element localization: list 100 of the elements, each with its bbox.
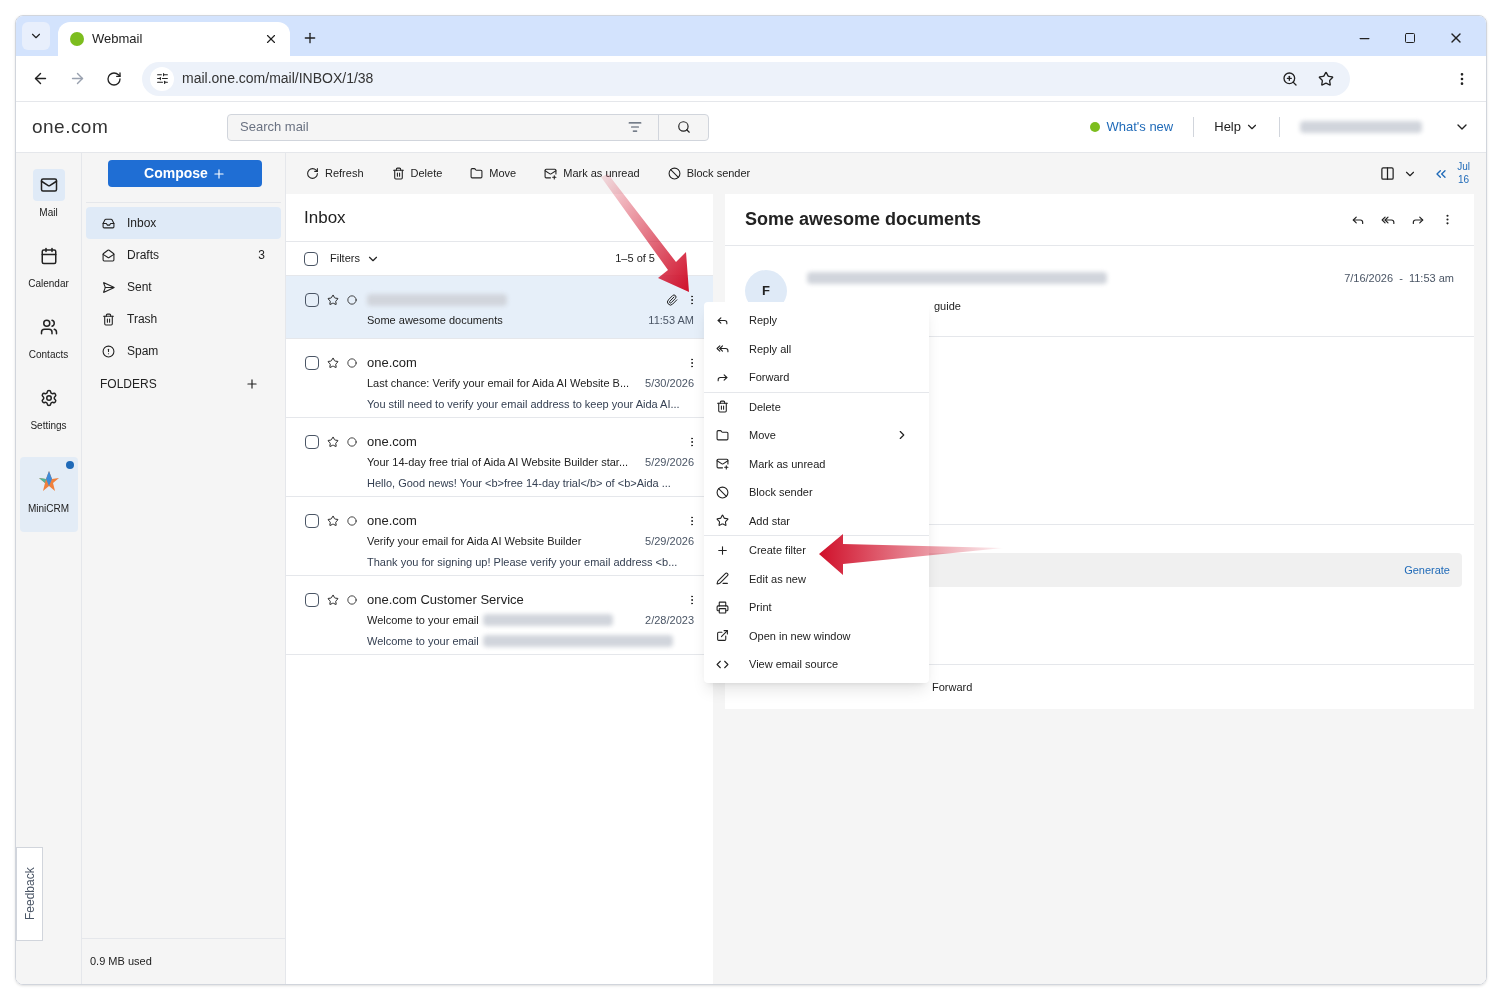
toolbar-button[interactable]: Block sender <box>667 165 751 182</box>
drafts-icon <box>102 248 115 262</box>
message-date: 5/30/2026 <box>645 376 694 391</box>
rail-item[interactable]: Mail <box>19 165 78 232</box>
unread-dot-icon[interactable] <box>347 437 357 447</box>
date-month: Jul <box>1457 161 1470 174</box>
trash-icon <box>102 312 115 326</box>
message-date: 11:53 AM <box>648 313 694 328</box>
browser-tab[interactable]: Webmail <box>58 22 290 56</box>
logo: one.com <box>32 114 110 139</box>
select-all-checkbox[interactable] <box>304 251 318 266</box>
delete-icon <box>716 400 729 414</box>
sent-icon <box>102 280 115 294</box>
contacts-icon <box>39 318 58 336</box>
toolbar-button[interactable]: Move <box>470 165 517 182</box>
row-checkbox[interactable] <box>305 356 319 370</box>
delete-icon <box>391 167 405 180</box>
compose-button[interactable]: Compose <box>108 160 262 187</box>
rail-item[interactable]: Settings <box>19 378 78 445</box>
calendar-icon <box>39 247 58 265</box>
message-date: 5/29/2026 <box>645 534 694 549</box>
unread-dot-icon[interactable] <box>347 516 357 526</box>
message-date: 2/28/2023 <box>645 613 694 628</box>
rail-item[interactable]: MiniCRM <box>19 457 78 532</box>
layout-icon[interactable] <box>1380 166 1396 181</box>
star-icon[interactable] <box>327 436 339 448</box>
whats-new-link[interactable]: What's new <box>1106 117 1174 137</box>
search-icon[interactable] <box>676 120 691 134</box>
rail-item[interactable]: Contacts <box>19 307 78 374</box>
folder-item[interactable]: Trash <box>86 303 281 335</box>
footer-forward-button[interactable]: Forward <box>932 678 973 696</box>
generate-button[interactable]: Generate <box>1404 561 1450 579</box>
row-checkbox[interactable] <box>305 435 319 449</box>
settings-icon <box>39 389 58 407</box>
inbox-icon <box>102 216 115 230</box>
message-preview: Welcome to your email <box>367 633 479 649</box>
star-icon <box>716 514 729 528</box>
help-button[interactable]: Help <box>1214 117 1259 137</box>
block-icon <box>667 167 681 180</box>
star-icon[interactable] <box>327 515 339 527</box>
row-checkbox[interactable] <box>305 593 319 607</box>
search-field[interactable]: Search mail <box>227 113 709 141</box>
add-folder-icon[interactable] <box>245 377 259 391</box>
favicon-icon <box>70 32 84 46</box>
sender-name: one.com <box>367 433 417 452</box>
search-placeholder: Search mail <box>239 118 310 137</box>
row-checkbox[interactable] <box>305 293 319 307</box>
new-tab-icon[interactable] <box>302 30 318 46</box>
message-preview: Thank you for signing up! Please verify your email address <b... <box>367 554 678 570</box>
message-subject: Last chance: Verify your email for Aida AI Website B... <box>367 376 630 391</box>
filters-dropdown[interactable]: Filters <box>330 250 380 267</box>
bookmark-icon[interactable] <box>1318 70 1334 87</box>
email-snippet: guide <box>934 299 962 314</box>
url-text: mail.one.com/mail/INBOX/1/38 <box>182 69 374 88</box>
folder-item[interactable]: Spam <box>86 335 281 367</box>
zoom-icon[interactable] <box>1282 70 1298 87</box>
list-title: Inbox <box>304 206 346 229</box>
message-preview: You still need to verify your email address to keep your Aida AI... <box>367 396 680 412</box>
reload-icon[interactable] <box>106 70 122 87</box>
star-icon[interactable] <box>327 594 339 606</box>
plus-icon <box>211 166 226 181</box>
row-checkbox[interactable] <box>305 514 319 528</box>
back-icon[interactable] <box>32 70 49 87</box>
mail-icon <box>39 176 58 194</box>
unread-dot-icon[interactable] <box>347 358 357 368</box>
email-datetime: 7/16/2026 - 11:53 am <box>1344 270 1454 286</box>
message-subject: Some awesome documents <box>367 313 503 328</box>
unread-dot-icon[interactable] <box>347 595 357 605</box>
address-field[interactable]: mail.one.com/mail/INBOX/1/38 <box>142 61 1350 96</box>
menu-item[interactable]: Delete <box>704 392 929 421</box>
toolbar-button[interactable]: Mark as unread <box>544 165 640 182</box>
star-icon[interactable] <box>327 357 339 369</box>
site-settings-icon[interactable] <box>155 72 169 85</box>
refresh-icon <box>306 167 319 180</box>
unread-dot-icon[interactable] <box>347 295 357 305</box>
sender-name: one.com Customer Service <box>367 591 524 610</box>
rail-item[interactable]: Calendar <box>19 236 78 303</box>
folder-item[interactable]: Inbox <box>86 207 281 239</box>
print-icon <box>716 600 729 614</box>
toolbar-button[interactable]: Delete <box>391 165 443 182</box>
folders-heading: FOLDERS <box>100 376 158 393</box>
maximize-icon[interactable] <box>1404 32 1416 44</box>
tab-title: Webmail <box>92 30 144 49</box>
sender-name: one.com <box>367 512 417 531</box>
message-preview: Hello, Good news! Your <b>free 14-day trial</b> of <b>Aida ... <box>367 475 671 491</box>
menu-item[interactable]: Create filter <box>704 536 929 565</box>
edit-icon <box>716 572 729 586</box>
folder-item[interactable]: Sent <box>86 271 281 303</box>
folder-item[interactable]: Drafts 3 <box>86 239 281 271</box>
message-row[interactable]: Some awesome documents 11:53 AM <box>286 276 713 339</box>
attachment-icon <box>666 294 678 306</box>
page-range: 1–5 of 5 <box>615 251 655 267</box>
message-date: 5/29/2026 <box>645 455 694 470</box>
storage-usage: 0.9 MB used <box>90 954 152 970</box>
star-icon[interactable] <box>327 294 339 306</box>
toolbar-button[interactable]: Refresh <box>306 165 364 182</box>
block-icon <box>716 485 729 499</box>
feedback-tab[interactable]: Feedback <box>16 847 43 941</box>
close-icon[interactable] <box>264 32 278 46</box>
star-logo-icon <box>37 470 60 492</box>
